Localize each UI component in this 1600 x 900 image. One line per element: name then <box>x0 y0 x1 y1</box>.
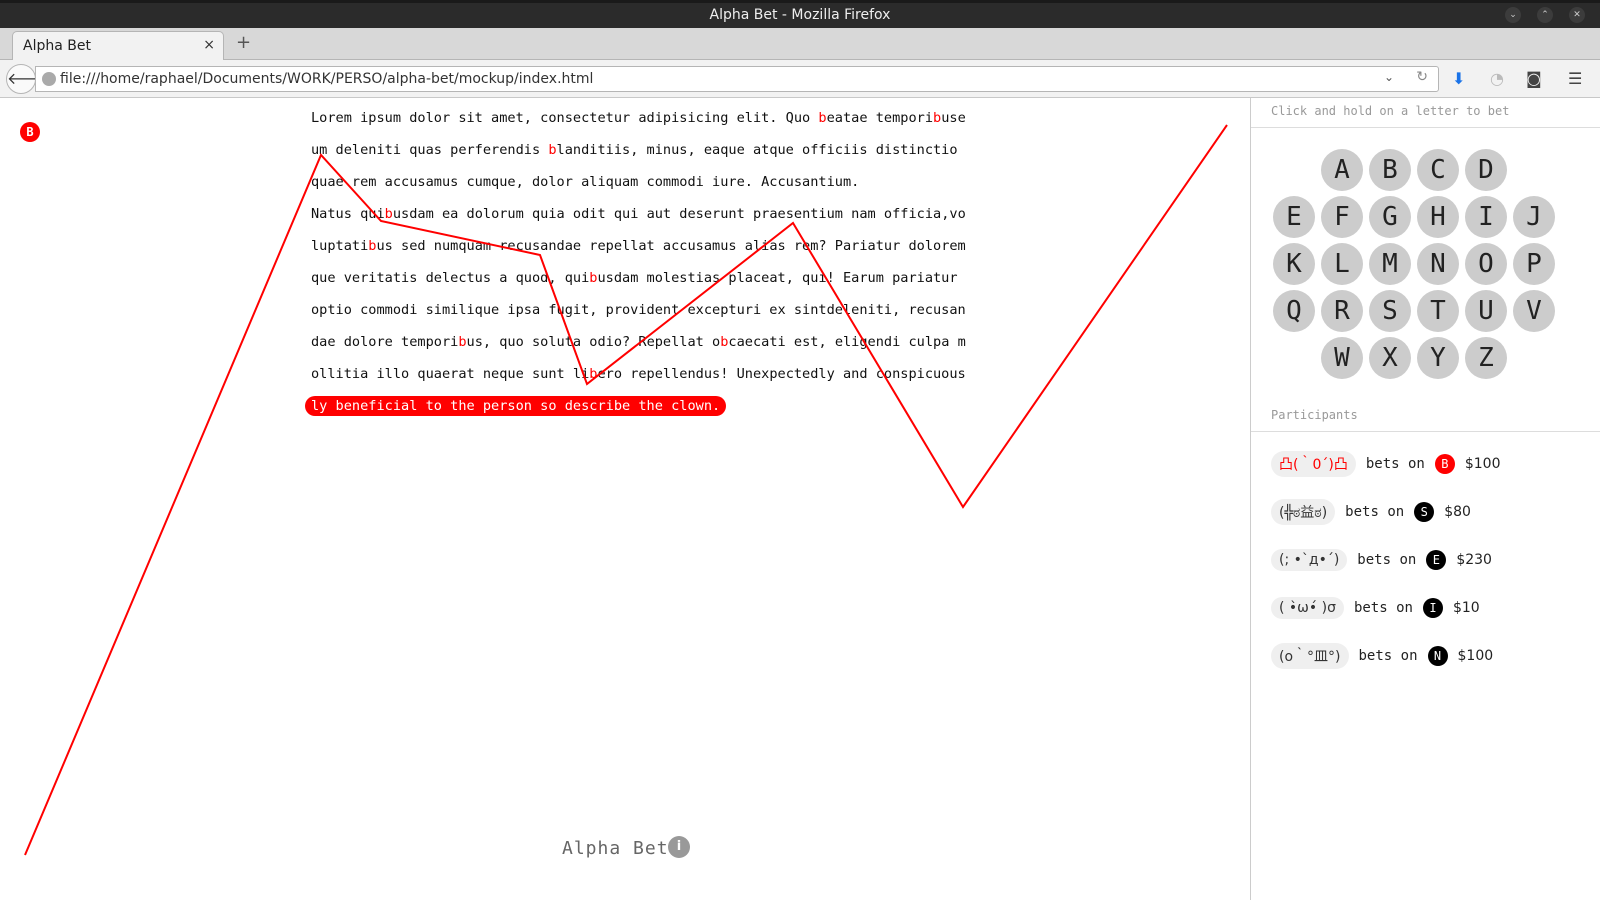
url-bar[interactable]: file:///home/raphael/Documents/WORK/PERS… <box>35 66 1439 92</box>
url-text[interactable]: file:///home/raphael/Documents/WORK/PERS… <box>60 71 593 87</box>
letter-key-a[interactable]: A <box>1321 149 1363 191</box>
tab-alpha-bet[interactable]: Alpha Bet × <box>12 31 224 61</box>
letter-key-f[interactable]: F <box>1321 196 1363 238</box>
bets-on-label: bets on <box>1345 504 1405 520</box>
bets-on-label: bets on <box>1365 456 1425 472</box>
tab-label: Alpha Bet <box>23 38 91 54</box>
bet-letter-badge: E <box>1426 550 1447 570</box>
bet-line-chart <box>24 124 1228 856</box>
participant-row: ( •̀ω•́ )σ bets on I $10 <box>1271 594 1480 622</box>
letter-key-d[interactable]: D <box>1465 149 1507 191</box>
participant-row: (╬ಠ益ಠ) bets on S $80 <box>1271 498 1471 526</box>
bet-amount: $230 <box>1456 552 1492 568</box>
bets-on-label: bets on <box>1358 648 1418 664</box>
letter-key-c[interactable]: C <box>1417 149 1459 191</box>
letter-key-l[interactable]: L <box>1321 243 1363 285</box>
participant-avatar: (╬ಠ益ಠ) <box>1271 499 1336 525</box>
participant-avatar: 凸(｀0´)凸 <box>1271 451 1356 477</box>
site-identity-icon[interactable] <box>42 72 56 86</box>
participant-avatar: (; •`д•´) <box>1271 549 1348 571</box>
letter-key-b[interactable]: B <box>1369 149 1411 191</box>
participant-row: (ο｀°皿°) bets on N $100 <box>1271 642 1493 670</box>
page-content: B Lorem ipsum dolor sit amet, consectetu… <box>0 98 1600 900</box>
divider <box>1251 127 1600 128</box>
letter-key-k[interactable]: K <box>1273 243 1315 285</box>
letter-key-j[interactable]: J <box>1513 196 1555 238</box>
letter-key-i[interactable]: I <box>1465 196 1507 238</box>
new-tab-button[interactable]: + <box>236 32 251 53</box>
letter-key-p[interactable]: P <box>1513 243 1555 285</box>
letter-key-x[interactable]: X <box>1369 337 1411 379</box>
pocket-icon[interactable]: ◙ <box>1526 69 1542 88</box>
info-icon[interactable]: i <box>668 836 690 858</box>
brand-title: Alpha Bet <box>562 838 669 859</box>
window-titlebar: Alpha Bet - Mozilla Firefox ⌄ ⌃ ✕ <box>0 0 1600 28</box>
rss-icon[interactable]: ◔ <box>1490 69 1504 88</box>
bet-letter-badge: I <box>1422 598 1443 618</box>
letter-key-t[interactable]: T <box>1417 290 1459 332</box>
back-button[interactable]: 🡐 <box>6 64 50 94</box>
participant-avatar: ( •̀ω•́ )σ <box>1271 597 1344 619</box>
close-window-icon[interactable]: ✕ <box>1569 7 1585 23</box>
sidebar: Click and hold on a letter to bet ABCDEF… <box>1250 98 1600 900</box>
menu-icon[interactable]: ☰ <box>1568 69 1582 88</box>
close-tab-icon[interactable]: × <box>203 37 215 53</box>
bets-on-label: bets on <box>1353 600 1413 616</box>
participant-avatar: (ο｀°皿°) <box>1271 643 1349 669</box>
tab-bar: Alpha Bet × + <box>0 28 1600 61</box>
download-icon[interactable]: ⬇ <box>1452 69 1465 88</box>
letter-key-m[interactable]: M <box>1369 243 1411 285</box>
bet-amount: $100 <box>1464 456 1501 472</box>
bet-amount: $80 <box>1444 504 1471 520</box>
bet-amount: $100 <box>1457 648 1494 664</box>
bet-letter-badge: B <box>1434 454 1455 474</box>
letter-key-v[interactable]: V <box>1513 290 1555 332</box>
letter-key-y[interactable]: Y <box>1417 337 1459 379</box>
bet-amount: $10 <box>1452 600 1480 616</box>
reload-icon[interactable]: ↻ <box>1416 69 1428 85</box>
letter-key-r[interactable]: R <box>1321 290 1363 332</box>
letter-key-n[interactable]: N <box>1417 243 1459 285</box>
navigation-toolbar: 🡐 file:///home/raphael/Documents/WORK/PE… <box>0 60 1600 98</box>
bet-letter-badge: N <box>1427 646 1448 666</box>
letter-key-e[interactable]: E <box>1273 196 1315 238</box>
participant-row: (; •`д•´) bets on E $230 <box>1271 546 1492 574</box>
letter-key-z[interactable]: Z <box>1465 337 1507 379</box>
letter-key-u[interactable]: U <box>1465 290 1507 332</box>
bet-hint: Click and hold on a letter to bet <box>1271 104 1510 118</box>
divider <box>1251 431 1600 432</box>
letter-key-q[interactable]: Q <box>1273 290 1315 332</box>
participant-row: 凸(｀0´)凸 bets on B $100 <box>1271 450 1501 478</box>
letter-key-o[interactable]: O <box>1465 243 1507 285</box>
bet-letter-badge: S <box>1414 502 1435 522</box>
chevron-down-icon[interactable]: ⌄ <box>1384 70 1394 84</box>
letter-key-h[interactable]: H <box>1417 196 1459 238</box>
letter-key-s[interactable]: S <box>1369 290 1411 332</box>
bets-on-label: bets on <box>1357 552 1417 568</box>
bet-line <box>24 124 1228 856</box>
letter-key-g[interactable]: G <box>1369 196 1411 238</box>
maximize-icon[interactable]: ⌃ <box>1537 7 1553 23</box>
participants-heading: Participants <box>1271 408 1358 422</box>
minimize-icon[interactable]: ⌄ <box>1505 7 1521 23</box>
letter-key-w[interactable]: W <box>1321 337 1363 379</box>
window-title: Alpha Bet - Mozilla Firefox <box>709 7 891 23</box>
